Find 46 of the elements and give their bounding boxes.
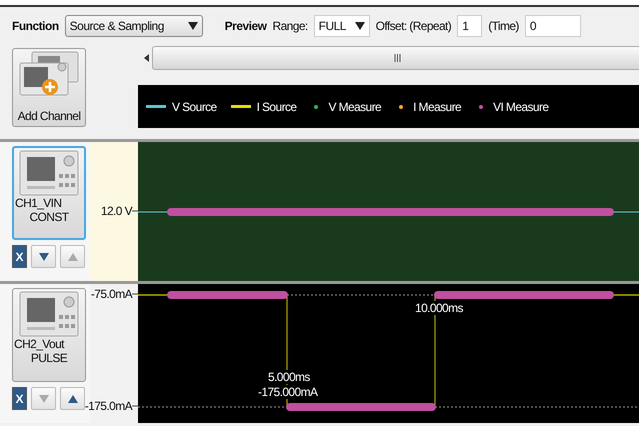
- tick-icon: [132, 293, 138, 295]
- channel-name: CH1_VIN: [14, 196, 62, 210]
- range-select[interactable]: FULL: [314, 15, 370, 37]
- axis-label: -75.0mA: [90, 287, 132, 301]
- legend-label: VI Measure: [493, 100, 548, 114]
- legend-label: I Measure: [413, 100, 462, 114]
- tick-icon: [132, 210, 138, 212]
- repeat-field[interactable]: 1: [457, 15, 482, 37]
- up-arrow-icon: [68, 394, 78, 402]
- device-icon: [19, 291, 79, 337]
- tick-icon: [132, 405, 138, 407]
- legend-label: I Source: [256, 100, 296, 114]
- channel-card[interactable]: CH2_Vout PULSE: [12, 288, 86, 382]
- remove-button[interactable]: X: [12, 245, 27, 268]
- time-label: (Time): [488, 19, 519, 33]
- legend-label: V Measure: [328, 100, 382, 114]
- scrollbar-thumb[interactable]: [152, 46, 639, 70]
- grip-icon: [394, 54, 401, 62]
- function-select[interactable]: Source & Sampling: [64, 15, 203, 37]
- channel-card[interactable]: CH1_VIN CONST: [12, 146, 86, 240]
- axis-label: -175.0mA: [84, 399, 132, 413]
- plot-annotation: 10.000ms: [415, 301, 463, 315]
- move-up-button[interactable]: [60, 387, 85, 410]
- down-arrow-icon: [188, 22, 198, 30]
- time-field[interactable]: 0: [524, 15, 581, 37]
- channel-mode: CONST: [29, 210, 68, 224]
- range-label: Range:: [272, 19, 308, 33]
- move-down-button[interactable]: [31, 245, 56, 268]
- channel-name: CH2_Vout: [13, 337, 64, 351]
- preview-label: Preview: [224, 19, 267, 33]
- add-device-icon: [18, 51, 80, 97]
- add-channel-button[interactable]: Add Channel: [12, 48, 86, 127]
- channel-mode: PULSE: [30, 351, 68, 365]
- plot-annotation: 5.000ms: [268, 370, 310, 384]
- down-arrow-icon: [38, 252, 48, 260]
- remove-button[interactable]: X: [12, 387, 27, 410]
- axis-label: 12.0 V: [100, 204, 132, 218]
- plot-annotation: -175.000mA: [258, 385, 318, 399]
- scroll-left-icon[interactable]: [144, 54, 149, 62]
- function-label: Function: [12, 19, 59, 33]
- offset-label: Offset: (Repeat): [376, 19, 452, 33]
- up-arrow-icon: [68, 252, 78, 260]
- down-arrow-icon: [38, 394, 48, 402]
- legend-label: V Source: [172, 100, 217, 114]
- down-arrow-icon: [354, 22, 365, 30]
- device-icon: [19, 150, 79, 196]
